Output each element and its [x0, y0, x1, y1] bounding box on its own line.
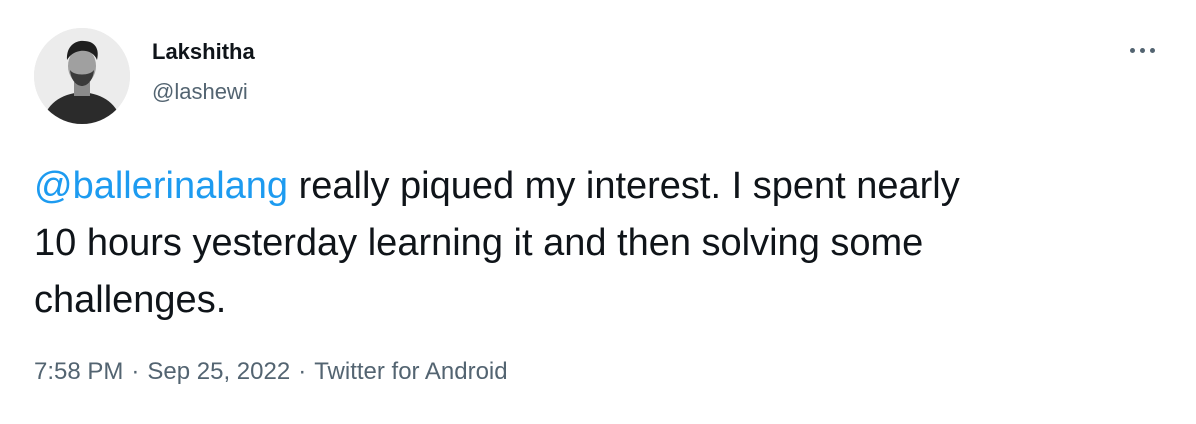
meta-separator: · [131, 358, 140, 385]
tweet-text-line2: 10 hours yesterday learning it and then … [34, 222, 924, 264]
tweet-text-line3: challenges. [34, 279, 227, 321]
user-photo-avatar-icon [34, 28, 130, 124]
tweet-text: @ballerinalang really piqued my interest… [34, 158, 1164, 329]
author-display-name[interactable]: Lakshitha [152, 38, 255, 66]
mention-link[interactable]: @ballerinalang [34, 165, 288, 207]
tweet-source[interactable]: Twitter for Android [314, 358, 507, 385]
tweet-text-line1: really piqued my interest. I spent nearl… [288, 165, 960, 207]
more-horizontal-icon-dot [1139, 47, 1145, 53]
tweet-card: Lakshitha @lashewi @ballerinalang really… [0, 0, 1196, 424]
author-avatar[interactable] [34, 28, 130, 124]
more-options-button[interactable] [1122, 36, 1162, 64]
tweet-date[interactable]: Sep 25, 2022 [147, 358, 290, 385]
more-horizontal-icon-dot [1149, 47, 1155, 53]
tweet-time[interactable]: 7:58 PM [34, 358, 123, 385]
author-handle[interactable]: @lashewi [152, 78, 248, 106]
meta-separator: · [298, 358, 307, 385]
tweet-meta: 7:58 PM · Sep 25, 2022 · Twitter for Android [34, 356, 508, 388]
more-horizontal-icon [1129, 47, 1135, 53]
